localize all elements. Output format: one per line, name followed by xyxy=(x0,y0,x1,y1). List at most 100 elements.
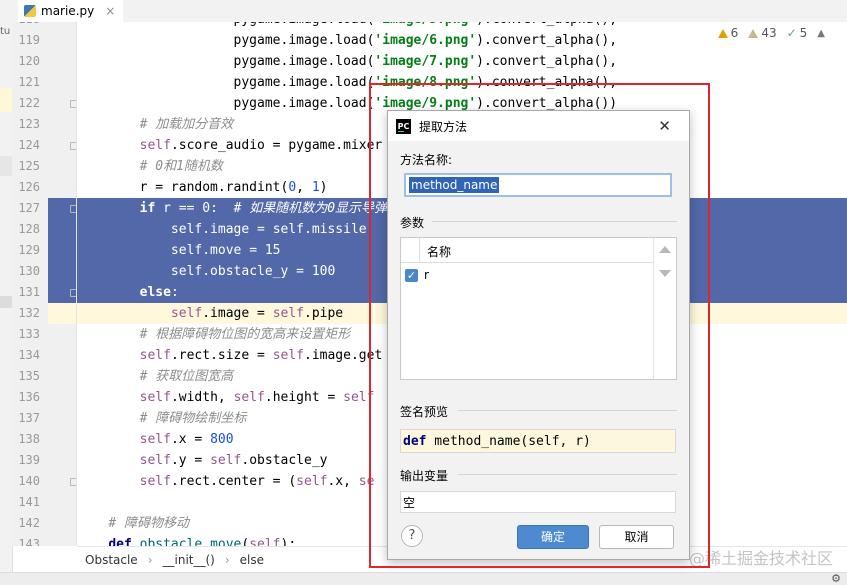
code-token: 'image/7.png' xyxy=(374,54,477,69)
header-divider xyxy=(419,238,420,262)
method-name-input[interactable]: method_name xyxy=(404,173,672,197)
code-token: self xyxy=(139,390,171,405)
line-number: 134 xyxy=(18,348,40,362)
line-number: 118 xyxy=(12,22,40,30)
code-token: ).convert_alpha(), xyxy=(476,75,618,90)
code-token: self xyxy=(170,264,203,279)
move-up-icon[interactable] xyxy=(659,246,671,253)
code-token: self xyxy=(272,306,304,321)
code-token: else xyxy=(139,285,171,300)
help-icon[interactable]: ? xyxy=(401,525,423,547)
code-token: 0 xyxy=(288,180,297,195)
line-number: 130 xyxy=(18,264,40,278)
code-token: ).convert_alpha(), xyxy=(476,33,618,48)
python-file-icon xyxy=(24,5,36,17)
code-token: 'image/8.png' xyxy=(374,75,477,90)
code-token: self xyxy=(210,453,242,468)
code-token: obstacle_move xyxy=(139,537,242,546)
code-line[interactable]: pygame.image.load('image/8.png').convert… xyxy=(77,72,847,93)
strip-block xyxy=(0,156,12,176)
breadcrumb-separator: › xyxy=(147,553,153,567)
line-number: 126 xyxy=(18,180,40,194)
code-token: se xyxy=(358,474,375,489)
ok-count[interactable]: ✓ 5 xyxy=(787,26,808,40)
code-token: .image = xyxy=(202,222,273,237)
line-number: 143 xyxy=(18,537,40,546)
breadcrumb-item[interactable]: __init__() xyxy=(163,553,215,567)
code-token: self xyxy=(139,474,171,489)
code-token: # 0和1随机数 xyxy=(139,159,223,174)
code-token: ).convert_alpha(), xyxy=(476,54,618,69)
line-number: 132 xyxy=(18,306,40,320)
code-token: .move = xyxy=(202,243,265,258)
table-row[interactable]: ✓ r xyxy=(401,264,653,286)
cancel-button[interactable]: 取消 xyxy=(599,525,674,549)
code-token: # 如果随机数为0显示导弹 xyxy=(233,201,388,216)
output-variable-field[interactable]: 空 xyxy=(400,491,676,513)
line-number: 137 xyxy=(18,411,40,425)
breadcrumb-item[interactable]: Obstacle xyxy=(85,553,138,567)
params-reorder-panel xyxy=(653,238,676,379)
code-token: 0 xyxy=(202,201,211,216)
line-number-gutter[interactable]: 118 119 120 121 122 123 124 125 126 127 128 129 130 1… xyxy=(12,22,77,546)
line-number: 141 xyxy=(18,495,40,509)
gutter-caret-line xyxy=(48,303,76,324)
code-token: .x, xyxy=(327,474,359,489)
params-col-header[interactable]: 名称 xyxy=(427,243,451,260)
params-table[interactable]: 名称 ✓ r xyxy=(400,237,677,380)
code-token: self xyxy=(170,306,203,321)
status-bar xyxy=(0,572,847,585)
code-token: .score_audio = pygame.mixer xyxy=(170,138,383,153)
line-number: 133 xyxy=(18,327,40,341)
params-table-header: 名称 xyxy=(401,238,653,263)
code-token: pygame.image.load( xyxy=(77,96,375,111)
code-token: ) xyxy=(319,180,328,195)
tab-marie-py[interactable]: marie.py × xyxy=(18,0,124,24)
warning-count[interactable]: 6 xyxy=(717,26,738,40)
fold-marker-icon[interactable] xyxy=(70,205,76,213)
fold-marker-icon[interactable] xyxy=(70,289,76,297)
line-number: 125 xyxy=(18,159,40,173)
fold-marker-icon[interactable] xyxy=(70,100,76,108)
line-number: 123 xyxy=(18,117,40,131)
ok-button[interactable]: 确定 xyxy=(517,525,589,549)
code-token: self xyxy=(170,222,203,237)
breadcrumb-item[interactable]: else xyxy=(240,553,264,567)
chevron-up-icon[interactable]: ▲ xyxy=(817,26,825,40)
code-token: .rect.size = xyxy=(170,348,273,363)
code-token: self xyxy=(170,243,203,258)
code-token: self xyxy=(296,474,328,489)
fold-marker-icon[interactable] xyxy=(70,478,76,486)
code-token: # 障碍物绘制坐标 xyxy=(139,411,247,426)
code-line[interactable]: pygame.image.load('image/7.png').convert… xyxy=(77,51,847,72)
param-checkbox[interactable]: ✓ xyxy=(405,268,418,282)
code-token: .height = xyxy=(264,390,344,405)
weak-warning-count[interactable]: 43 xyxy=(748,26,777,40)
close-icon[interactable]: ✕ xyxy=(658,117,671,135)
fold-marker-icon[interactable] xyxy=(70,142,76,150)
line-number: 122 xyxy=(18,96,40,110)
gear-icon[interactable]: ⚙ xyxy=(831,572,841,585)
code-token: 'image/5.png' xyxy=(374,22,476,27)
signature-keyword: def xyxy=(403,433,427,449)
code-token: .width, xyxy=(170,390,234,405)
code-token: .x = xyxy=(170,432,211,447)
inspection-widget[interactable]: 6 43 ✓ 5 ▲ xyxy=(717,26,825,40)
tab-close-icon[interactable]: × xyxy=(105,4,115,18)
code-token: ).convert_alpha()) xyxy=(476,96,618,111)
code-token: .image = xyxy=(202,306,273,321)
code-token: self xyxy=(139,138,171,153)
move-down-icon[interactable] xyxy=(659,270,671,277)
code-token: if xyxy=(139,201,156,216)
code-token: r == xyxy=(155,201,203,216)
code-token: .y = xyxy=(170,453,211,468)
breadcrumb-separator: › xyxy=(224,553,230,567)
